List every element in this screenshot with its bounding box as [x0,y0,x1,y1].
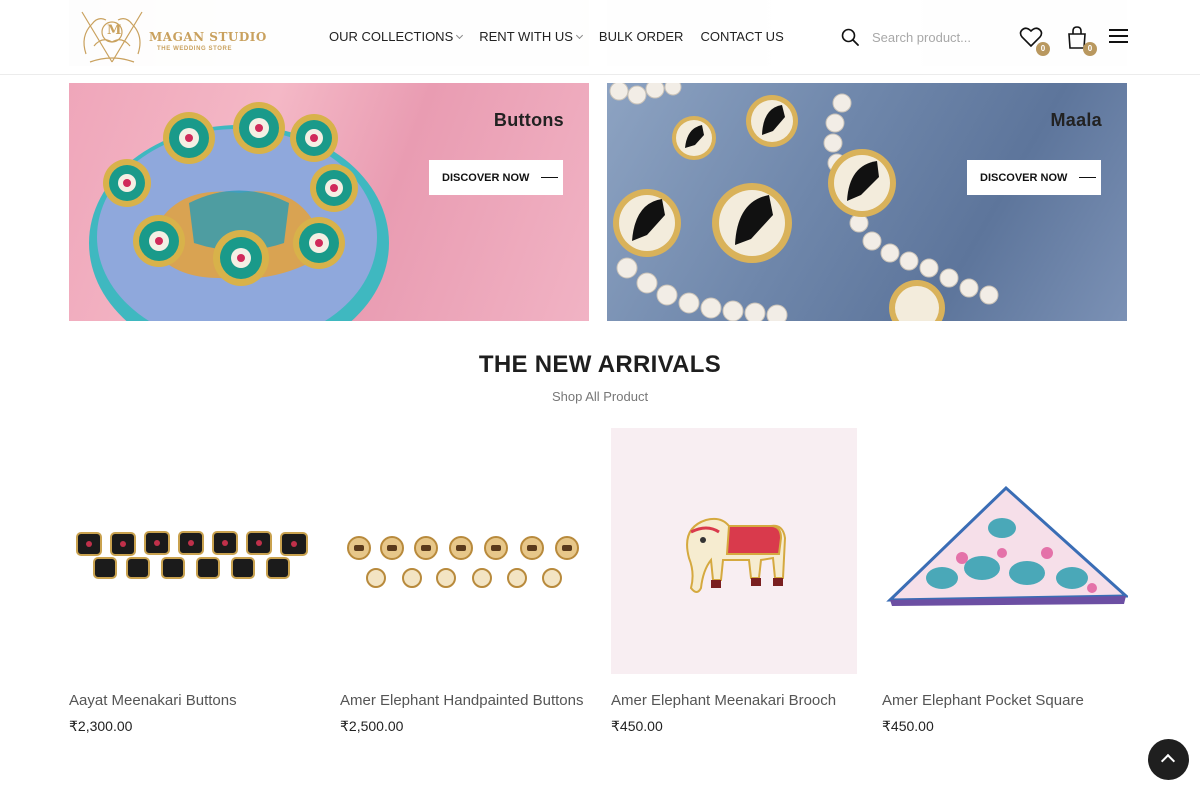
wishlist-count-badge: 0 [1036,42,1050,56]
product-card[interactable]: Aayat Meenakari Buttons ₹2,300.00 [69,428,315,735]
main-navigation: OUR COLLECTIONS RENT WITH US BULK ORDER … [329,29,801,44]
section-title: THE NEW ARRIVALS [478,351,722,378]
shop-all-link[interactable]: Shop All Product [0,389,1200,404]
nav-our-collections[interactable]: OUR COLLECTIONS [329,29,464,44]
logo-monogram: M [107,23,122,38]
banner-title: Maala [1050,110,1102,130]
nav-bulk-order[interactable]: BULK ORDER [599,29,684,44]
discover-label: DISCOVER NOW [980,171,1068,184]
scroll-to-top-button[interactable] [1148,739,1189,780]
product-image[interactable] [340,428,586,674]
product-card[interactable]: Amer Elephant Handpainted Buttons ₹2,500… [340,428,586,735]
maala-banner-image [609,83,999,321]
product-name[interactable]: Amer Elephant Meenakari Brooch [611,691,857,711]
pocket-square-icon [886,485,1130,606]
cart-count-badge: 0 [1083,42,1097,56]
product-name[interactable]: Amer Elephant Handpainted Buttons [340,691,586,711]
brand-name: MAGAN STUDIO [149,30,267,44]
search-input[interactable] [872,26,1002,48]
product-image[interactable] [69,428,315,674]
banner-title: Buttons [493,110,564,130]
nav-rent-with-us[interactable]: RENT WITH US [479,29,583,44]
round-buttons-icon [347,536,579,588]
product-name[interactable]: Amer Elephant Pocket Square [882,691,1128,711]
brand-tagline: THE WEDDING STORE [157,46,233,52]
product-card[interactable]: Amer Elephant Meenakari Brooch ₹450.00 [611,428,857,735]
nav-label: OUR COLLECTIONS [329,29,454,44]
nav-label: CONTACT US [700,29,784,44]
logo[interactable]: M MAGAN STUDIO THE WEDDING STORE [72,6,266,68]
square-buttons-icon [76,531,308,579]
nav-label: BULK ORDER [598,29,684,44]
nav-label: RENT WITH US [479,29,573,44]
hamburger-icon[interactable] [1109,29,1128,44]
chevron-up-icon [1160,753,1176,769]
banner-maala[interactable]: Maala DISCOVER NOW [607,83,1127,321]
search-icon[interactable] [841,28,859,46]
cart-button[interactable]: 0 [1066,26,1097,56]
product-image[interactable] [611,428,857,674]
product-name[interactable]: Aayat Meenakari Buttons [69,691,315,711]
product-image[interactable] [882,428,1130,674]
product-price: ₹450.00 [611,718,663,734]
discover-label: DISCOVER NOW [442,171,530,184]
elephant-brooch-icon [686,517,787,593]
arrow-line-icon [1079,177,1097,178]
site-header: M MAGAN STUDIO THE WEDDING STORE OUR COL… [0,0,1200,75]
product-card[interactable]: Amer Elephant Pocket Square ₹450.00 [882,428,1130,735]
discover-now-button[interactable]: DISCOVER NOW [429,160,563,195]
product-price: ₹450.00 [882,718,934,734]
wishlist-button[interactable]: 0 [1019,26,1050,56]
nav-contact-us[interactable]: CONTACT US [700,29,783,44]
discover-now-button[interactable]: DISCOVER NOW [967,160,1101,195]
banner-buttons[interactable]: Buttons DISCOVER NOW [69,83,589,321]
product-price: ₹2,500.00 [340,718,404,734]
arrow-line-icon [541,177,559,178]
product-price: ₹2,300.00 [69,718,133,734]
chevron-down-icon [575,31,583,39]
chevron-down-icon [456,31,464,39]
